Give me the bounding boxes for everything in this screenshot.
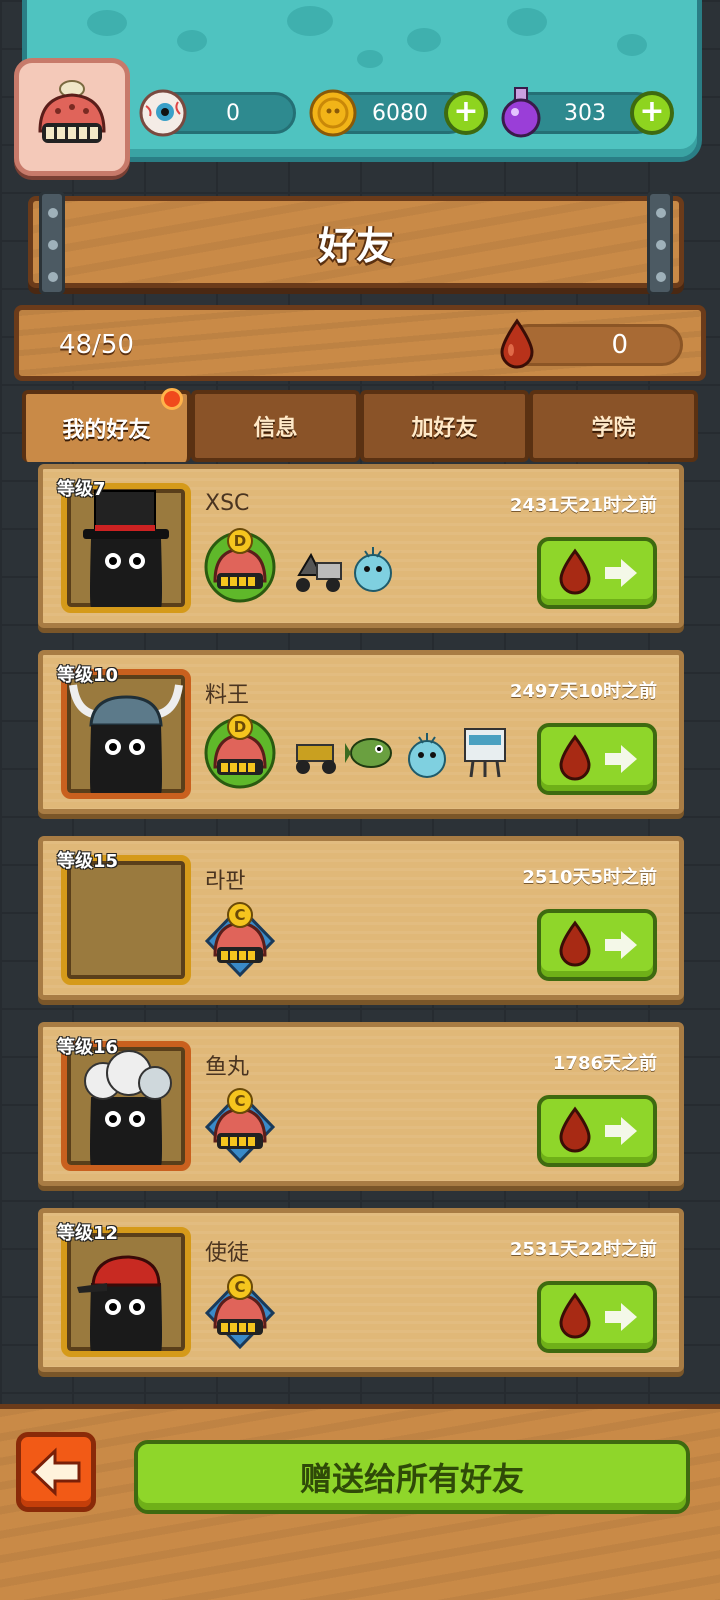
coin-count-value: 6080 xyxy=(372,100,428,126)
svg-text:C: C xyxy=(234,1092,245,1110)
tab-label: 加好友 xyxy=(411,416,478,441)
send-blood-button[interactable] xyxy=(537,1281,657,1353)
svg-text:C: C xyxy=(234,1278,245,1296)
friend-level: 等级15 xyxy=(57,851,119,872)
svg-text:D: D xyxy=(234,718,246,736)
send-blood-button[interactable] xyxy=(537,537,657,609)
friend-portrait xyxy=(61,483,191,613)
send-blood-button[interactable] xyxy=(537,1095,657,1167)
friend-portrait xyxy=(61,1227,191,1357)
friend-row[interactable]: 等级10 料王 2497天10时之前 D xyxy=(38,650,684,814)
last-online: 1786天之前 xyxy=(552,1053,657,1074)
friend-name: 使徒 xyxy=(205,1241,250,1266)
blood-drop-arrow-icon xyxy=(559,548,637,595)
rank-c-monster-icon: C xyxy=(204,902,276,978)
tab-my-friends[interactable]: 我的好友 xyxy=(22,388,191,462)
send-to-all-friends-button[interactable]: 赠送给所有好友 xyxy=(134,1440,690,1514)
last-online: 2431天21时之前 xyxy=(509,495,657,516)
svg-text:D: D xyxy=(234,532,246,550)
page-title: 好友 xyxy=(317,223,394,268)
blood-drop-icon xyxy=(500,318,534,369)
send-blood-button[interactable] xyxy=(537,723,657,795)
last-online: 2497天10时之前 xyxy=(509,681,657,702)
tab-label: 学院 xyxy=(591,416,636,441)
friend-row[interactable]: 等级7 XSC 2431天21时之前 D xyxy=(38,464,684,628)
friend-portrait xyxy=(61,1041,191,1171)
blood-drop-arrow-icon xyxy=(559,1292,637,1339)
coin-icon xyxy=(309,89,357,137)
potion-icon xyxy=(501,87,541,138)
blood-drop-arrow-icon xyxy=(559,920,637,967)
friend-portrait xyxy=(61,669,191,799)
friend-level: 等级10 xyxy=(57,665,119,686)
tab-label: 信息 xyxy=(253,416,298,441)
last-online: 2531天22时之前 xyxy=(509,1239,657,1260)
add-coins-button[interactable]: + xyxy=(444,91,488,135)
friend-count: 48/50 xyxy=(59,330,134,360)
top-hat-character-icon xyxy=(83,490,169,607)
friend-level: 等级7 xyxy=(57,479,106,500)
friend-level: 等级12 xyxy=(57,1223,119,1244)
friends-tabs: 我的好友 信息 加好友 学院 xyxy=(22,388,698,462)
rank-c-monster-icon: C xyxy=(204,1088,276,1164)
rank-c-monster-icon: C xyxy=(204,1274,276,1350)
pufferfish-icon xyxy=(354,547,392,592)
notification-badge xyxy=(161,388,183,410)
add-potions-button[interactable]: + xyxy=(630,91,674,135)
pufferfish-icon xyxy=(408,733,446,778)
cloud-hair-character-icon xyxy=(84,1050,172,1165)
friend-name: 라판 xyxy=(205,869,246,894)
tab-label: 我的好友 xyxy=(62,418,151,443)
eye-count-value: 0 xyxy=(226,100,240,126)
potion-count-value: 303 xyxy=(564,100,606,126)
friend-row[interactable]: 等级15 라판 2510天5时之前 C xyxy=(38,836,684,1000)
viking-helmet-character-icon xyxy=(69,684,183,793)
tab-messages[interactable]: 信息 xyxy=(191,390,360,462)
last-online: 2510天5时之前 xyxy=(522,867,657,888)
buggy-icon xyxy=(296,744,336,774)
friends-stats-bar: 48/50 0 xyxy=(14,305,706,381)
friend-level: 等级16 xyxy=(57,1037,119,1058)
player-avatar[interactable] xyxy=(14,58,130,176)
rank-d-monster-icon: D xyxy=(204,714,276,789)
friend-row[interactable]: 等级12 使徒 2531天22时之前 C xyxy=(38,1208,684,1372)
robot-icon xyxy=(464,728,506,778)
fish-bot-icon xyxy=(345,738,392,768)
friend-row[interactable]: 等级16 鱼丸 1786天之前 C xyxy=(38,1022,684,1186)
back-button[interactable] xyxy=(16,1432,96,1512)
friend-portrait xyxy=(61,855,191,985)
friend-name: 料王 xyxy=(205,683,250,708)
rank-d-monster-icon: D xyxy=(204,528,276,603)
blood-drop-arrow-icon xyxy=(559,734,637,781)
tab-academy[interactable]: 学院 xyxy=(529,390,698,462)
friend-name: 鱼丸 xyxy=(205,1055,250,1080)
blood-drop-arrow-icon xyxy=(559,1106,637,1153)
red-cap-character-icon xyxy=(77,1255,162,1351)
friends-title-board: 好友 xyxy=(28,191,684,295)
scooter-icon xyxy=(296,552,342,592)
blood-drop-value: 0 xyxy=(611,330,628,360)
send-blood-button[interactable] xyxy=(537,909,657,981)
tab-add-friend[interactable]: 加好友 xyxy=(360,390,529,462)
eyeball-icon xyxy=(139,89,187,137)
monster-avatar-icon xyxy=(38,80,106,143)
send-all-label: 赠送给所有好友 xyxy=(299,1460,524,1498)
back-arrow-icon xyxy=(30,1447,81,1497)
friend-name: XSC xyxy=(205,491,250,516)
svg-text:C: C xyxy=(234,906,245,924)
